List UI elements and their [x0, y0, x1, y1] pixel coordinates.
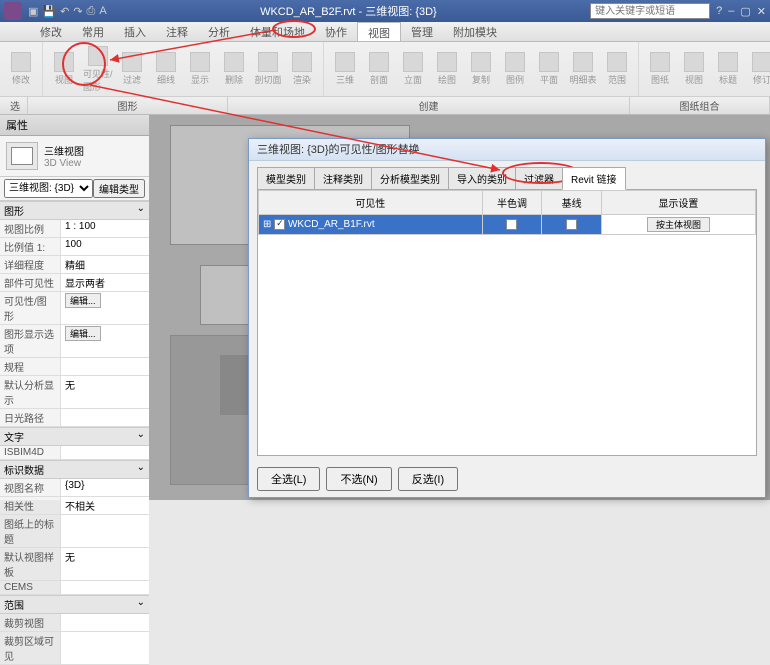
- section-extent[interactable]: 范围⌄: [0, 595, 149, 614]
- prop-key: CEMS: [0, 581, 60, 594]
- prop-row: CEMS: [0, 581, 149, 595]
- prop-key: 默认视图样板: [0, 548, 60, 580]
- prop-value[interactable]: [60, 515, 149, 547]
- prop-value[interactable]: [60, 614, 149, 631]
- prop-row: 裁剪视图: [0, 614, 149, 632]
- prop-value[interactable]: [60, 581, 149, 594]
- prop-value[interactable]: 无: [60, 548, 149, 580]
- prop-value[interactable]: [60, 632, 149, 664]
- prop-key: 裁剪区域可见: [0, 632, 60, 664]
- dialog-tab-Revit 链接[interactable]: Revit 链接: [562, 167, 626, 190]
- prop-row: 裁剪区域可见: [0, 632, 149, 665]
- markup-arrows: [0, 0, 770, 500]
- prop-key: 裁剪视图: [0, 614, 60, 631]
- prop-row: 默认视图样板无: [0, 548, 149, 581]
- prop-key: 图纸上的标题: [0, 515, 60, 547]
- prop-row: 图纸上的标题: [0, 515, 149, 548]
